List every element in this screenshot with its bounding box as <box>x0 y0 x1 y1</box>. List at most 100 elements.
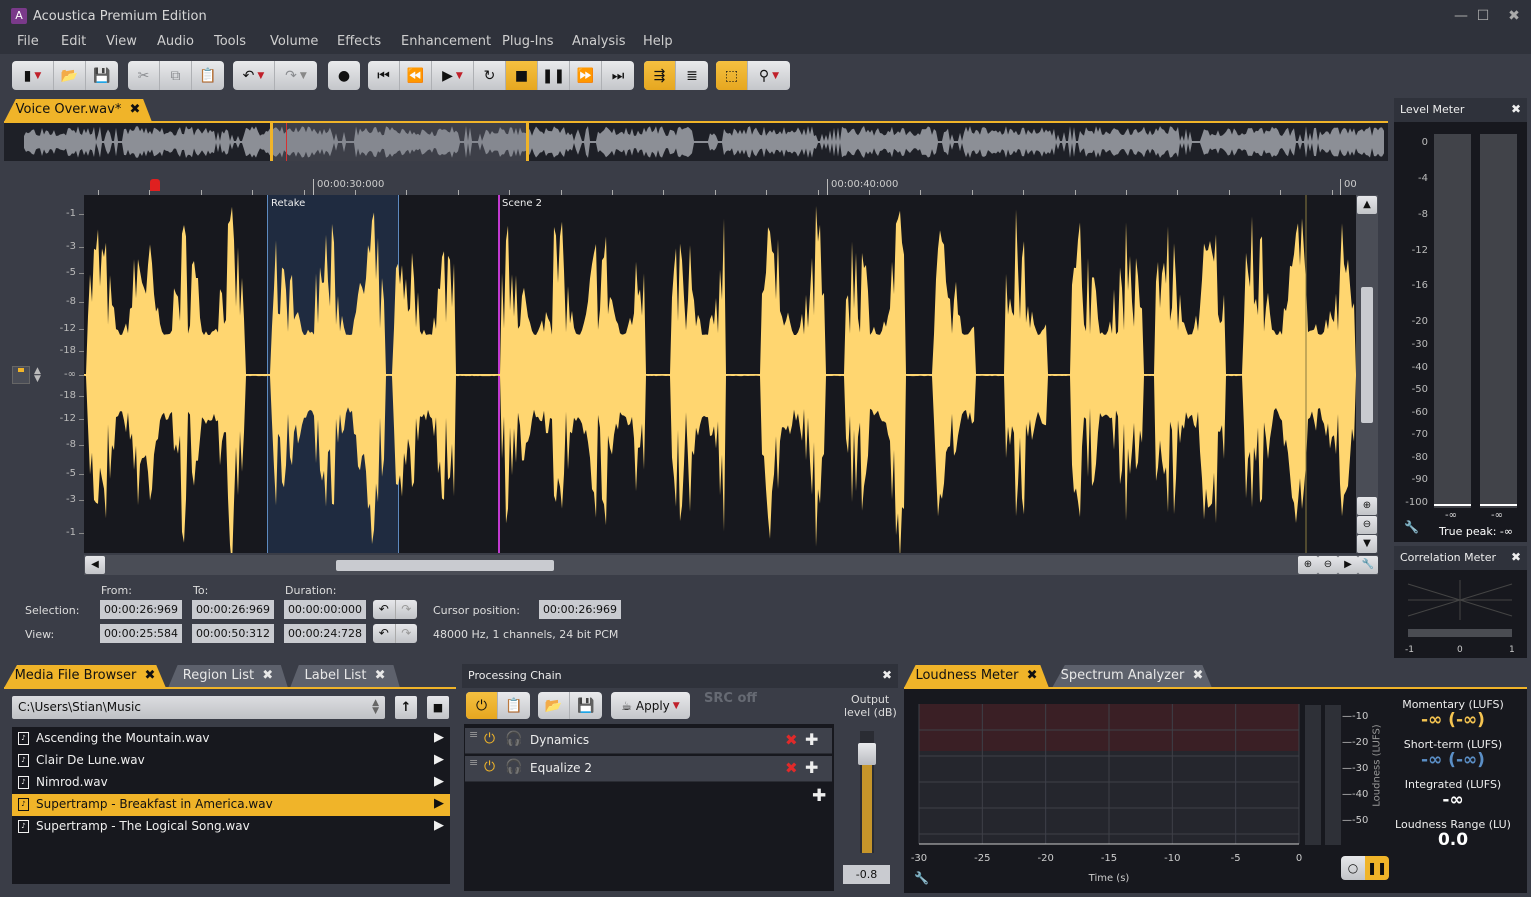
plugin-power-icon[interactable]: ⏻ <box>484 759 495 775</box>
time-ruler[interactable]: 00:00:30:000 00:00:40:000 00 <box>84 170 1357 195</box>
vertical-scroll-thumb[interactable] <box>1361 287 1373 423</box>
menu-volume[interactable]: Volume <box>270 34 318 49</box>
menu-plugins[interactable]: Plug-Ins <box>502 34 553 49</box>
chain-save-button[interactable]: 💾 <box>570 692 602 719</box>
zoom-in-vertical-button[interactable]: ⊕ <box>1357 497 1377 515</box>
copy-button[interactable]: ⧉ <box>160 61 192 90</box>
plugin-row[interactable]: ≡ ⏻ 🎧 Dynamics ✖ ✚ <box>465 728 832 754</box>
view-duration-field[interactable]: 00:00:24:728 <box>284 624 366 643</box>
plugin-row[interactable]: ≡ ⏻ 🎧 Equalize 2 ✖ ✚ <box>465 756 832 782</box>
loudness-settings-icon[interactable]: 🔧 <box>914 871 929 885</box>
output-level-value[interactable]: -0.8 <box>843 865 890 884</box>
menu-help[interactable]: Help <box>643 34 673 49</box>
open-button[interactable]: 📂 <box>54 61 86 90</box>
selection-to-field[interactable]: 00:00:26:969 <box>192 600 274 619</box>
overview-waveform[interactable] <box>4 123 1388 161</box>
menu-audio[interactable]: Audio <box>157 34 194 49</box>
maximize-button[interactable]: ☐ <box>1473 6 1493 26</box>
selection-duration-field[interactable]: 00:00:00:000 <box>284 600 366 619</box>
insert-plugin-icon[interactable]: ✚ <box>805 730 818 749</box>
add-plugin-button[interactable]: ✚ <box>812 786 826 806</box>
close-tab-icon[interactable]: ✖ <box>129 102 140 117</box>
undo-button[interactable]: ↶ ▼ <box>233 61 275 90</box>
overview-view-range[interactable] <box>270 123 529 161</box>
pause-button[interactable]: ❚❚ <box>538 61 570 90</box>
scroll-left-button[interactable]: ◀ <box>85 556 105 574</box>
play-preview-icon[interactable]: ▶ <box>434 730 444 745</box>
horizontal-scrollbar[interactable]: ◀ ⊕ ⊖ ▶ 🔧 <box>84 555 1378 575</box>
record-button[interactable]: ● <box>328 61 360 90</box>
vertical-scrollbar[interactable]: ▲ ⊕ ⊖ ▼ <box>1356 195 1378 553</box>
cursor-position-field[interactable]: 00:00:26:969 <box>539 600 621 619</box>
zoom-out-horizontal-button[interactable]: ⊖ <box>1318 556 1338 574</box>
zoom-tool-button[interactable]: ⚲ ▼ <box>748 61 790 90</box>
go-to-end-button[interactable]: ⏭ <box>602 61 634 90</box>
browse-folder-button[interactable]: ■ <box>427 696 449 719</box>
file-list-item[interactable]: ♪ Ascending the Mountain.wav ▶ <box>12 728 450 750</box>
stop-button[interactable]: ■ <box>506 61 538 90</box>
file-list-item[interactable]: ♪ Supertramp - The Logical Song.wav ▶ <box>12 816 450 838</box>
go-to-start-button[interactable]: ⏮ <box>368 61 400 90</box>
selection-tool-button[interactable]: ⬚ <box>716 61 748 90</box>
level-meter-settings-icon[interactable]: 🔧 <box>1404 520 1419 534</box>
close-button[interactable]: ✖ <box>1504 6 1524 26</box>
chain-power-button[interactable]: ⏻ <box>466 692 498 719</box>
remove-plugin-icon[interactable]: ✖ <box>785 731 798 749</box>
drag-handle-icon[interactable]: ≡ <box>469 757 478 768</box>
loudness-pause-button[interactable]: ❚❚ <box>1365 856 1389 880</box>
amplitude-stepper-icon[interactable]: ▲ ▼ <box>34 367 41 384</box>
selection-undo-button[interactable]: ↶ <box>373 600 395 619</box>
minimize-button[interactable]: — <box>1451 6 1471 26</box>
paste-button[interactable]: 📋 <box>192 61 224 90</box>
selection-redo-button[interactable]: ↷ <box>394 600 418 619</box>
play-preview-icon[interactable]: ▶ <box>434 818 444 833</box>
close-icon[interactable]: ✖ <box>882 668 892 682</box>
new-file-button[interactable]: ▮ ▼ <box>12 61 54 90</box>
playhead-marker[interactable] <box>150 179 160 191</box>
close-tab-icon[interactable]: ✖ <box>262 668 273 683</box>
waveform-settings-button[interactable]: 🔧 <box>1358 556 1378 574</box>
view-to-field[interactable]: 00:00:50:312 <box>192 624 274 643</box>
rewind-button[interactable]: ⏪ <box>400 61 432 90</box>
selection-from-field[interactable]: 00:00:26:969 <box>100 600 182 619</box>
parent-folder-button[interactable]: ↑ <box>395 696 417 719</box>
play-preview-icon[interactable]: ▶ <box>434 774 444 789</box>
file-list-item[interactable]: ♪ Supertramp - Breakfast in America.wav ▶ <box>12 794 450 816</box>
file-list-item[interactable]: ♪ Nimrod.wav ▶ <box>12 772 450 794</box>
apply-button[interactable]: ☕ Apply ▼ <box>611 692 690 719</box>
menu-file[interactable]: File <box>17 34 39 49</box>
zoom-out-vertical-button[interactable]: ⊖ <box>1357 516 1377 534</box>
view-undo-button[interactable]: ↶ <box>373 624 395 643</box>
close-tab-icon[interactable]: ✖ <box>144 668 155 683</box>
scroll-down-button[interactable]: ▼ <box>1357 535 1377 553</box>
view-redo-button[interactable]: ↷ <box>394 624 418 643</box>
menu-analysis[interactable]: Analysis <box>572 34 626 49</box>
play-preview-icon[interactable]: ▶ <box>434 796 444 811</box>
play-button[interactable]: ▶ ▼ <box>432 61 474 90</box>
menu-enhancement[interactable]: Enhancement <box>401 34 491 49</box>
tab-spectrum-analyzer[interactable]: Spectrum Analyzer ✖ <box>1052 665 1212 688</box>
menu-view[interactable]: View <box>106 34 137 49</box>
headphones-icon[interactable]: 🎧 <box>505 759 522 775</box>
play-preview-icon[interactable]: ▶ <box>434 752 444 767</box>
tab-media-file-browser[interactable]: Media File Browser ✖ <box>4 665 166 688</box>
insert-plugin-icon[interactable]: ✚ <box>805 758 818 777</box>
scrub-mode-button[interactable]: ⇶ <box>644 61 676 90</box>
chain-clipboard-button[interactable]: 📋 <box>498 692 530 719</box>
close-tab-icon[interactable]: ✖ <box>1192 668 1203 683</box>
menu-edit[interactable]: Edit <box>61 34 86 49</box>
headphones-icon[interactable]: 🎧 <box>505 731 522 747</box>
tab-region-list[interactable]: Region List ✖ <box>168 665 288 688</box>
fast-forward-button[interactable]: ⏩ <box>570 61 602 90</box>
scroll-up-button[interactable]: ▲ <box>1357 196 1377 214</box>
horizontal-scroll-thumb[interactable] <box>336 560 554 571</box>
menu-tools[interactable]: Tools <box>214 34 246 49</box>
close-icon[interactable]: ✖ <box>1511 550 1521 564</box>
spectral-view-button[interactable]: ≣ <box>676 61 708 90</box>
path-dropdown[interactable]: C:\Users\Stian\Music ▲ ▼ <box>12 696 385 719</box>
remove-plugin-icon[interactable]: ✖ <box>785 759 798 777</box>
tab-label-list[interactable]: Label List ✖ <box>290 665 400 688</box>
tab-voice-over[interactable]: Voice Over.wav* ✖ <box>4 99 152 122</box>
save-button[interactable]: 💾 <box>86 61 118 90</box>
scroll-right-button[interactable]: ▶ <box>1338 556 1358 574</box>
